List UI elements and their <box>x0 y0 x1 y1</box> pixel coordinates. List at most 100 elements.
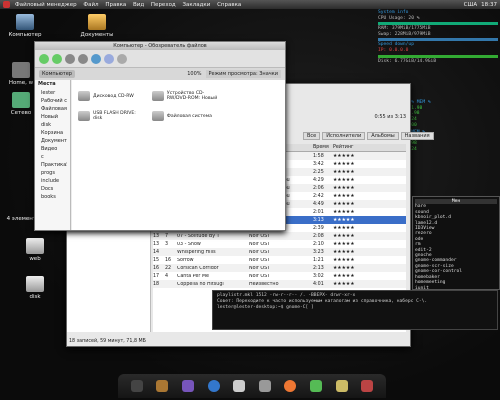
browse-titles-button[interactable]: Названия <box>400 132 434 140</box>
view-mode-select[interactable]: Режим просмотра: Значки <box>205 70 281 78</box>
computer-icon[interactable] <box>117 53 127 64</box>
zoom-level[interactable]: 100% <box>187 71 201 77</box>
player-status: 18 записей, 59 минут, 71,8 МБ <box>69 339 146 344</box>
terminal-window[interactable]: playlistr.mkl 1512 -rw-r--r-- /. -BBEPX-… <box>212 290 498 330</box>
drive-usb[interactable]: USB FLASH DRIVE: disk <box>78 106 146 126</box>
fm-content: Дисковод CD-RW Устройство CD-RW/DVD-ROM:… <box>72 80 285 230</box>
table-cell: 4:01 <box>313 281 324 287</box>
menu-view[interactable]: Вид <box>133 2 144 8</box>
browser-icon[interactable] <box>207 380 220 392</box>
table-row[interactable]: 13 3 03 - Snow Noir OST 2:10 ★★★★★ <box>153 240 406 248</box>
cpu-graph <box>378 22 498 26</box>
table-cell: 1:21 <box>313 257 324 263</box>
stop-icon[interactable] <box>78 53 88 64</box>
browse-all-button[interactable]: Все <box>303 132 321 140</box>
terminal-prompt[interactable]: lester@lester-desktop:~$ gnome-C[ ] <box>217 305 493 311</box>
table-row[interactable]: 14 Whispering Hills Noir OST 3:23 ★★★★★ <box>153 248 406 256</box>
table-cell: Coppelia no Hitsugi <box>177 281 224 287</box>
sidebar-item[interactable]: Практика5 курс <box>38 161 67 169</box>
sidebar-item[interactable]: lester <box>38 89 67 97</box>
sidebar-item[interactable]: Новый <box>38 113 67 121</box>
pidgin-icon[interactable] <box>233 380 246 392</box>
table-cell: Corsican Corridor <box>177 265 219 271</box>
drive-filesystem[interactable]: Файловая система <box>151 106 220 126</box>
menu-go[interactable]: Переход <box>151 2 176 8</box>
right-menu-panel: Мен hare sound kbnoir_plot.d lame12.d ID3Vie… <box>412 196 500 291</box>
table-cell: ★★★★★ <box>333 209 355 215</box>
clock[interactable]: 18:37 <box>481 2 497 8</box>
sidebar-item[interactable]: Документы <box>38 137 67 145</box>
breadcrumb[interactable]: Компьютер <box>39 70 75 78</box>
table-cell: Noir OST <box>249 265 271 271</box>
sidebar-item[interactable]: books <box>38 193 67 201</box>
desktop-icon-web[interactable]: web <box>14 238 56 262</box>
drive-dvd[interactable]: Устройство CD-RW/DVD-ROM: Новый <box>151 86 220 106</box>
sidebar-item[interactable]: Рабочий стол <box>38 97 67 105</box>
music-icon[interactable] <box>361 380 374 392</box>
conky-cpu: CPU Usage: 20 % <box>378 15 420 21</box>
sidebar-item[interactable]: c <box>38 153 67 161</box>
home-icon[interactable] <box>156 380 169 392</box>
dock <box>118 374 386 398</box>
file-manager-window: Компьютер - Обозреватель файлов Компьюте… <box>34 41 286 231</box>
table-cell: 3:02 <box>313 273 324 279</box>
table-cell: 14 <box>153 249 160 255</box>
sidebar-item[interactable]: Docs <box>38 185 67 193</box>
drive-cdrw[interactable]: Дисковод CD-RW <box>78 86 146 106</box>
fm-toolbar <box>35 50 285 68</box>
chat-icon[interactable] <box>309 380 322 392</box>
table-cell: ★★★★★ <box>333 193 355 199</box>
firefox-icon[interactable] <box>284 380 297 392</box>
table-cell: Неизвестно <box>249 281 279 287</box>
network-icon <box>12 92 30 108</box>
table-cell: 4:49 <box>313 201 324 207</box>
table-cell: Noir OST <box>249 233 271 239</box>
table-cell: 2:08 <box>313 233 324 239</box>
sidebar-item[interactable]: progs <box>38 169 67 177</box>
sidebar-item[interactable]: include <box>38 177 67 185</box>
table-cell: Noir OST <box>249 273 271 279</box>
window-title[interactable]: Компьютер - Обозреватель файлов <box>35 42 285 50</box>
desktop-icon-computer[interactable]: Компьютер <box>4 14 46 38</box>
table-row[interactable]: 13 7 07 - Solitude By T Noir OST 2:08 ★★★★★ <box>153 232 406 240</box>
sidebar-item[interactable]: Видео <box>38 145 67 153</box>
sidebar-item[interactable]: disk <box>38 121 67 129</box>
desktop-icon-documents[interactable]: Документы <box>76 14 118 38</box>
system-tray: США 18:37 <box>464 2 497 8</box>
menu-items: hare sound kbnoir_plot.d lame12.d ID3View rez… <box>415 204 497 291</box>
table-cell: ★★★★★ <box>333 233 355 239</box>
table-row[interactable]: 18 Coppelia no Hitsugi Неизвестно 4:01 ★★★★★ <box>153 280 406 288</box>
table-cell: 17 <box>153 273 160 279</box>
gimp-icon[interactable] <box>181 380 194 392</box>
back-icon[interactable] <box>39 53 49 64</box>
table-cell: 15 <box>153 257 160 263</box>
up-icon[interactable] <box>65 53 75 64</box>
table-row[interactable]: 15 16 Sorrow Noir OST 1:21 ★★★★★ <box>153 256 406 264</box>
menu-logo-icon[interactable] <box>3 1 10 8</box>
forward-icon[interactable] <box>52 53 62 64</box>
terminal-icon[interactable] <box>130 380 143 392</box>
table-cell: 13 <box>153 233 160 239</box>
settings-icon[interactable] <box>258 380 271 392</box>
sidebar-item[interactable]: Файловая система <box>38 105 67 113</box>
menu-edit[interactable]: Правка <box>105 2 126 8</box>
sidebar-title[interactable]: Места <box>35 80 70 88</box>
usb-drive-icon <box>78 111 90 121</box>
menu-help[interactable]: Справка <box>217 2 241 8</box>
sidebar-item[interactable]: Корзина <box>38 129 67 137</box>
table-row[interactable]: 16 22 Corsican Corridor Noir OST 2:13 ★★★★★ <box>153 264 406 272</box>
desktop-icon-disk[interactable]: disk <box>14 276 56 300</box>
browse-albums-button[interactable]: Альбомы <box>367 132 399 140</box>
home-icon[interactable] <box>104 53 114 64</box>
browse-artists-button[interactable]: Исполнители <box>322 132 366 140</box>
folder-icon <box>88 14 106 30</box>
table-cell: 3:13 <box>313 217 324 223</box>
menu-file[interactable]: Файл <box>83 2 98 8</box>
reload-icon[interactable] <box>91 53 101 64</box>
menu-app[interactable]: Файловый менеджер <box>15 2 77 8</box>
folder-icon[interactable] <box>335 380 348 392</box>
table-row[interactable]: 17 4 Canta Per Me Noir OST 3:02 ★★★★★ <box>153 272 406 280</box>
table-cell: ★★★★★ <box>333 201 355 207</box>
keyboard-layout[interactable]: США <box>464 2 477 8</box>
menu-bookmarks[interactable]: Закладки <box>183 2 211 8</box>
